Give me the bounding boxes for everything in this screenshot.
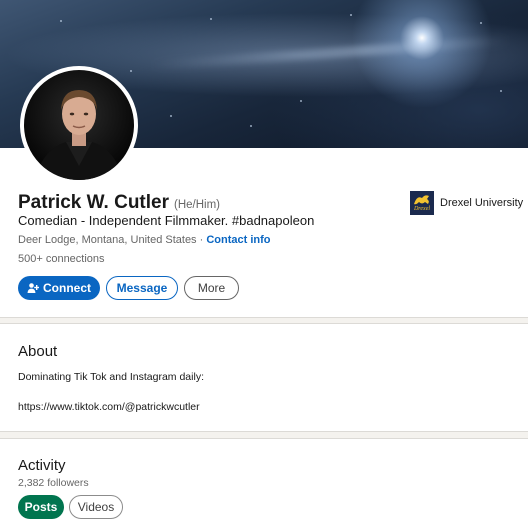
- about-text-line-1: Dominating Tik Tok and Instagram daily:: [18, 371, 204, 383]
- profile-avatar[interactable]: [20, 66, 138, 184]
- about-title: About: [18, 343, 58, 360]
- profile-location: Deer Lodge, Montana, United States: [18, 234, 197, 246]
- profile-name: Patrick W. Cutler: [18, 192, 169, 213]
- tab-posts[interactable]: Posts: [18, 495, 64, 519]
- location-separator: ·: [196, 234, 207, 246]
- connect-button[interactable]: Connect: [18, 276, 100, 300]
- connections-count[interactable]: 500+ connections: [18, 253, 105, 265]
- about-section: About Dominating Tik Tok and Instagram d…: [0, 323, 528, 432]
- profile-pronouns: (He/Him): [174, 199, 220, 211]
- activity-section: Activity 2,382 followers Posts Videos: [0, 438, 528, 528]
- profile-headline: Comedian - Independent Filmmaker. #badna…: [18, 213, 315, 228]
- education-link[interactable]: Drexel Drexel University: [410, 191, 523, 215]
- activity-title: Activity: [18, 457, 66, 474]
- about-text-line-2: https://www.tiktok.com/@patrickwcutler: [18, 401, 200, 413]
- contact-info-link[interactable]: Contact info: [206, 234, 270, 246]
- drexel-logo-text: Drexel: [413, 206, 431, 212]
- add-person-icon: [27, 283, 39, 293]
- drexel-logo: Drexel: [410, 191, 434, 215]
- more-button[interactable]: More: [184, 276, 239, 300]
- message-button[interactable]: Message: [106, 276, 178, 300]
- connect-label: Connect: [43, 281, 91, 295]
- followers-count: 2,382 followers: [18, 477, 89, 489]
- tab-videos[interactable]: Videos: [69, 495, 123, 519]
- profile-top-card: Patrick W. Cutler (He/Him) Comedian - In…: [0, 0, 528, 318]
- education-name: Drexel University: [440, 197, 524, 209]
